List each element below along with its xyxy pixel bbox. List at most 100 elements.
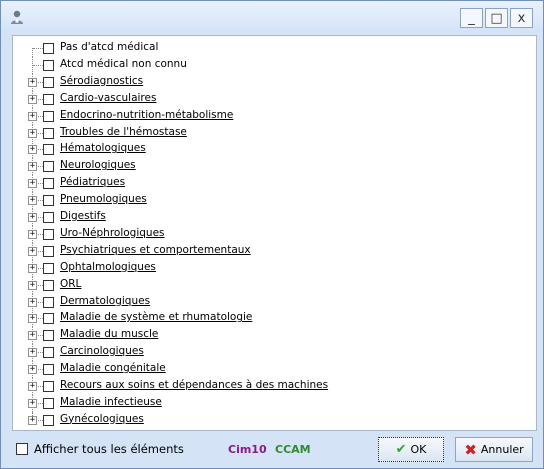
tree-item[interactable]: + Recours aux soins et dépendances à des … (13, 378, 536, 395)
tree-item-label[interactable]: Hématologiques (60, 142, 146, 154)
expand-icon[interactable]: + (28, 213, 37, 222)
expand-icon[interactable]: + (28, 365, 37, 375)
tree-item[interactable]: + Psychiatriques et comportementaux (13, 242, 536, 260)
tree-item-checkbox[interactable] (43, 228, 54, 240)
tree-item-checkbox[interactable] (43, 144, 54, 156)
show-all-label[interactable]: Afficher tous les éléments (34, 442, 184, 456)
ccam-link[interactable]: CCAM (275, 443, 311, 456)
ok-button[interactable]: ✔ OK (378, 437, 444, 462)
tree-item-checkbox[interactable] (43, 93, 54, 105)
tree-item-checkbox[interactable] (43, 161, 54, 173)
tree-item-label[interactable]: Troubles de l'hémostase (60, 126, 187, 138)
tree-item-checkbox[interactable] (43, 212, 54, 223)
cancel-button[interactable]: ✖ Annuler (455, 437, 533, 462)
tree-item-checkbox[interactable] (43, 381, 54, 392)
tree-item[interactable]: Pas d'atcd médical (13, 40, 536, 57)
title-bar[interactable]: _ □ x (1, 1, 543, 32)
expand-icon[interactable]: + (28, 314, 37, 324)
tree-item[interactable]: + Maladie de système et rhumatologie (13, 310, 536, 328)
tree-item-checkbox[interactable] (43, 414, 54, 426)
tree-item[interactable]: + Maladie infectieuse (13, 394, 536, 412)
tree-item-checkbox[interactable] (43, 76, 54, 88)
tree-item-label[interactable]: Carcinologiques (60, 345, 144, 357)
expand-icon[interactable]: + (28, 415, 37, 425)
tree-item-checkbox[interactable] (43, 245, 54, 257)
tree-item[interactable]: Atcd médical non connu (13, 56, 536, 74)
tree-item-label[interactable]: Psychiatriques et comportementaux (60, 244, 251, 256)
tree-item-checkbox[interactable] (43, 59, 54, 71)
maximize-button[interactable]: □ (485, 8, 508, 28)
tree-item[interactable]: + Pneumologiques (13, 192, 536, 210)
tree-item-checkbox[interactable] (43, 195, 54, 207)
tree-item-checkbox[interactable] (43, 397, 54, 409)
expand-icon[interactable]: + (28, 382, 37, 391)
tree-item-checkbox[interactable] (43, 347, 54, 359)
tree-item[interactable]: + Uro-Néphrologiques (13, 225, 536, 243)
close-button[interactable]: x (510, 8, 533, 28)
expand-icon[interactable]: + (28, 196, 37, 206)
expand-icon[interactable]: + (28, 77, 37, 87)
tree-item-checkbox[interactable] (43, 313, 54, 325)
tree-item-checkbox[interactable] (43, 296, 54, 308)
tree-item-checkbox[interactable] (43, 110, 54, 122)
tree-item-label[interactable]: Dermatologiques (60, 295, 150, 307)
expand-icon[interactable]: + (28, 246, 37, 256)
tree-item-checkbox[interactable] (43, 43, 54, 54)
tree-item[interactable]: + Troubles de l'hémostase (13, 124, 536, 142)
tree-item-checkbox[interactable] (43, 127, 54, 139)
tree-item-label[interactable]: Uro-Néphrologiques (60, 227, 165, 239)
tree-item-label[interactable]: Neurologiques (60, 159, 136, 171)
tree-item[interactable]: + Carcinologiques (13, 344, 536, 362)
cim10-link[interactable]: Cim10 (228, 443, 267, 456)
expand-icon[interactable]: + (28, 280, 37, 290)
expand-icon[interactable]: + (28, 162, 37, 172)
tree-item[interactable]: + Ophtalmologiques (13, 259, 536, 277)
tree-item-label[interactable]: Recours aux soins et dépendances à des m… (60, 379, 328, 391)
show-all-checkbox[interactable] (16, 443, 28, 455)
tree-item-label[interactable]: Endocrino-nutrition-métabolisme (60, 109, 233, 121)
expand-icon[interactable]: + (28, 263, 37, 273)
expand-icon[interactable]: + (28, 229, 37, 239)
antecedents-tree[interactable]: Pas d'atcd médical Atcd médical non connu… (12, 35, 537, 431)
tree-item-label[interactable]: Maladie du muscle (60, 328, 158, 340)
tree-item[interactable]: + Endocrino-nutrition-métabolisme (13, 107, 536, 125)
minimize-button[interactable]: _ (460, 8, 483, 28)
tree-item-label[interactable]: Maladie infectieuse (60, 396, 162, 408)
tree-item-label[interactable]: Sérodiagnostics (60, 75, 143, 87)
expand-icon[interactable]: + (28, 348, 37, 358)
tree-item[interactable]: + Cardio-vasculaires (13, 90, 536, 108)
tree-item[interactable]: + Hématologiques (13, 141, 536, 159)
tree-item-checkbox[interactable] (43, 330, 54, 342)
tree-item-label[interactable]: Pédiatriques (60, 176, 125, 188)
expand-icon[interactable]: + (28, 331, 37, 341)
tree-item[interactable]: + Gynécologiques (13, 411, 536, 429)
tree-item-checkbox[interactable] (43, 178, 54, 190)
dialog-window: _ □ x Pas d'atcd médical Atcd médical non… (0, 0, 544, 469)
tree-item-label[interactable]: Cardio-vasculaires (60, 92, 156, 104)
tree-item[interactable]: + Maladie du muscle (13, 327, 536, 345)
tree-item-label[interactable]: Ophtalmologiques (60, 261, 156, 273)
tree-item[interactable]: + ORL (13, 276, 536, 294)
tree-item-label[interactable]: Digestifs (60, 210, 106, 222)
tree-item-label[interactable]: Gynécologiques (60, 413, 144, 425)
tree-item[interactable]: + Digestifs (13, 209, 536, 226)
expand-icon[interactable]: + (28, 94, 37, 104)
tree-item-checkbox[interactable] (43, 262, 54, 274)
tree-item[interactable]: + Maladie congénitale (13, 361, 536, 379)
tree-item-checkbox[interactable] (43, 364, 54, 376)
tree-item-label[interactable]: Pneumologiques (60, 193, 147, 205)
tree-item-checkbox[interactable] (43, 279, 54, 291)
tree-item-label[interactable]: Maladie congénitale (60, 362, 166, 374)
expand-icon[interactable]: + (28, 111, 37, 121)
expand-icon[interactable]: + (28, 179, 37, 189)
tree-item[interactable]: + Sérodiagnostics (13, 73, 536, 91)
tree-item[interactable]: + Dermatologiques (13, 293, 536, 311)
tree-item-label[interactable]: ORL (60, 278, 81, 290)
expand-icon[interactable]: + (28, 145, 37, 155)
tree-item-label[interactable]: Maladie de système et rhumatologie (60, 311, 252, 323)
expand-icon[interactable]: + (28, 297, 37, 307)
expand-icon[interactable]: + (28, 128, 37, 138)
tree-item[interactable]: + Neurologiques (13, 158, 536, 176)
expand-icon[interactable]: + (28, 398, 37, 408)
tree-item[interactable]: + Pédiatriques (13, 175, 536, 193)
